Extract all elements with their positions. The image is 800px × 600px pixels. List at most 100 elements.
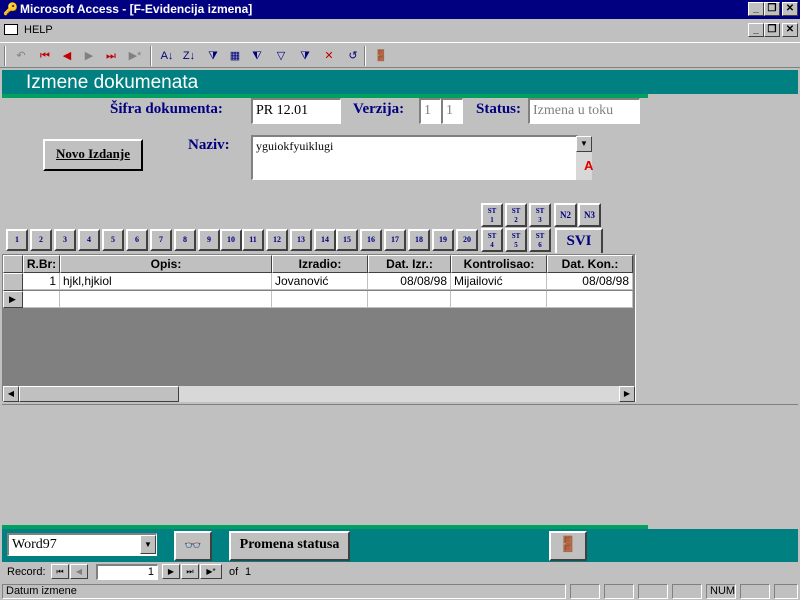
new-record-icon[interactable]: ▶* [124, 46, 146, 66]
new-record-rbr[interactable] [23, 291, 60, 308]
first-record-icon[interactable]: ⏮ [34, 46, 56, 66]
scroll-right-button[interactable]: ▶ [619, 386, 635, 402]
page-tab-14[interactable]: 14 [314, 229, 336, 251]
tab-n3[interactable]: N3 [578, 203, 601, 227]
doc-minimize-button[interactable]: _ [748, 23, 764, 37]
page-tab-19[interactable]: 19 [432, 229, 454, 251]
advanced-filter-icon[interactable]: ⧨ [246, 46, 268, 66]
last-record-icon[interactable]: ⏭ [100, 46, 122, 66]
cell-dat-izr[interactable]: 08/08/98 [368, 273, 451, 290]
doc-restore-button[interactable]: ❐ [764, 23, 780, 37]
page-tab-10[interactable]: 10 [220, 229, 242, 251]
nav-new-button[interactable]: ▶* [200, 564, 222, 579]
row-selector-header [3, 255, 23, 273]
novo-izdanje-button[interactable]: Novo Izdanje [43, 139, 143, 171]
new-record-izradio[interactable] [272, 291, 368, 308]
sort-ascending-icon[interactable]: A↓ [156, 46, 178, 66]
page-tab-4[interactable]: 4 [78, 229, 100, 251]
filter-form-icon[interactable]: ▦ [224, 46, 246, 66]
tab-st-top-2[interactable]: ST 2 [505, 203, 527, 227]
tab-svi[interactable]: SVI [555, 228, 603, 253]
app-minimize-button[interactable]: _ [748, 2, 764, 16]
page-tab-8[interactable]: 8 [174, 229, 196, 251]
sort-descending-icon[interactable]: Z↓ [178, 46, 200, 66]
column-header-izradio[interactable]: Izradio: [272, 255, 368, 273]
nav-current-record[interactable]: 1 [96, 564, 158, 580]
tab-st-top-1[interactable]: ST 1 [481, 203, 503, 227]
apply-filter-icon[interactable]: ▽ [270, 46, 292, 66]
word-version-select[interactable]: Word97 [7, 533, 157, 556]
column-header-kontrolisao[interactable]: Kontrolisao: [451, 255, 547, 273]
cell-dat-kon[interactable]: 08/08/98 [547, 273, 633, 290]
page-tab-13[interactable]: 13 [290, 229, 312, 251]
tab-st-bottom-2[interactable]: ST 5 [505, 228, 527, 252]
tab-st-bottom-1[interactable]: ST 4 [481, 228, 503, 252]
app-close-button[interactable]: ✕ [782, 2, 798, 16]
cell-kontrolisao[interactable]: Mijailović [451, 273, 547, 290]
page-tab-17[interactable]: 17 [384, 229, 406, 251]
doc-close-button[interactable]: ✕ [782, 23, 798, 37]
column-header-rbr[interactable]: R.Br: [23, 255, 60, 273]
status-field[interactable]: Izmena u toku [528, 98, 640, 124]
new-record-opis[interactable] [60, 291, 272, 308]
status-label: Status: [476, 101, 522, 117]
preview-button[interactable]: 👓 [174, 531, 212, 561]
next-record-icon[interactable]: ▶ [78, 46, 100, 66]
prev-record-icon[interactable]: ◀ [56, 46, 78, 66]
tab-st-top-3[interactable]: ST 3 [529, 203, 551, 227]
status-text: Datum izmene [2, 584, 566, 599]
cell-izradio[interactable]: Jovanović [272, 273, 368, 290]
record-label: Record: [7, 566, 46, 578]
naziv-field[interactable]: yguiokfyuiklugi [251, 135, 578, 180]
new-record-dat-izr[interactable] [368, 291, 451, 308]
page-tab-5[interactable]: 5 [102, 229, 124, 251]
refresh-icon[interactable]: ↺ [342, 46, 364, 66]
verzija-minor-field[interactable]: 1 [441, 98, 463, 124]
page-tab-16[interactable]: 16 [360, 229, 382, 251]
tab-n2[interactable]: N2 [554, 203, 577, 227]
page-tab-18[interactable]: 18 [408, 229, 430, 251]
row-selector[interactable] [3, 273, 23, 291]
page-tab-11[interactable]: 11 [242, 229, 264, 251]
column-header-dat-kon[interactable]: Dat. Kon.: [547, 255, 633, 273]
page-tab-3[interactable]: 3 [54, 229, 76, 251]
nav-last-button[interactable]: ⏭ [181, 564, 199, 579]
app-restore-button[interactable]: ❐ [764, 2, 780, 16]
nav-prev-button[interactable]: ◀ [70, 564, 88, 579]
scroll-left-button[interactable]: ◀ [3, 386, 19, 402]
new-record-kontrolisao[interactable] [451, 291, 547, 308]
undo-icon[interactable]: ↶ [10, 46, 32, 66]
page-tab-7[interactable]: 7 [150, 229, 172, 251]
page-tab-12[interactable]: 12 [266, 229, 288, 251]
menu-help[interactable]: HELP [24, 24, 53, 36]
page-tab-6[interactable]: 6 [126, 229, 148, 251]
filter-excluding-icon[interactable]: ⧩ [294, 46, 316, 66]
scroll-thumb[interactable] [19, 386, 179, 402]
sifra-label: Šifra dokumenta: [110, 101, 223, 117]
new-record-dat-kon[interactable] [547, 291, 633, 308]
column-header-dat-izr[interactable]: Dat. Izr.: [368, 255, 451, 273]
exit-button[interactable]: 🚪 [549, 531, 587, 561]
naziv-label: Naziv: [188, 137, 230, 153]
word-dropdown-button[interactable]: ▼ [140, 535, 156, 554]
filter-selection-icon[interactable]: ⧩ [202, 46, 224, 66]
page-tab-20[interactable]: 20 [456, 229, 478, 251]
page-tab-2[interactable]: 2 [30, 229, 52, 251]
page-tab-9[interactable]: 9 [198, 229, 220, 251]
page-tab-1[interactable]: 1 [6, 229, 28, 251]
promena-statusa-button[interactable]: Promena statusa [229, 531, 350, 561]
new-record-selector[interactable]: ▶ [3, 291, 23, 308]
page-tab-15[interactable]: 15 [336, 229, 358, 251]
cell-rbr[interactable]: 1 [23, 273, 60, 290]
nav-next-button[interactable]: ▶ [162, 564, 180, 579]
verzija-major-field[interactable]: 1 [419, 98, 441, 124]
grid-hscrollbar[interactable]: ◀ ▶ [3, 386, 635, 402]
naziv-scroll-button[interactable]: ▼ [576, 136, 592, 152]
exit-door-icon[interactable]: 🚪 [370, 46, 392, 66]
sifra-field[interactable]: PR 12.01 [251, 98, 341, 124]
remove-filter-icon[interactable]: ✕ [318, 46, 340, 66]
nav-first-button[interactable]: ⏮ [51, 564, 69, 579]
column-header-opis[interactable]: Opis: [60, 255, 272, 273]
tab-st-bottom-3[interactable]: ST 6 [529, 228, 551, 252]
cell-opis[interactable]: hjkl,hjkiol [60, 273, 272, 290]
